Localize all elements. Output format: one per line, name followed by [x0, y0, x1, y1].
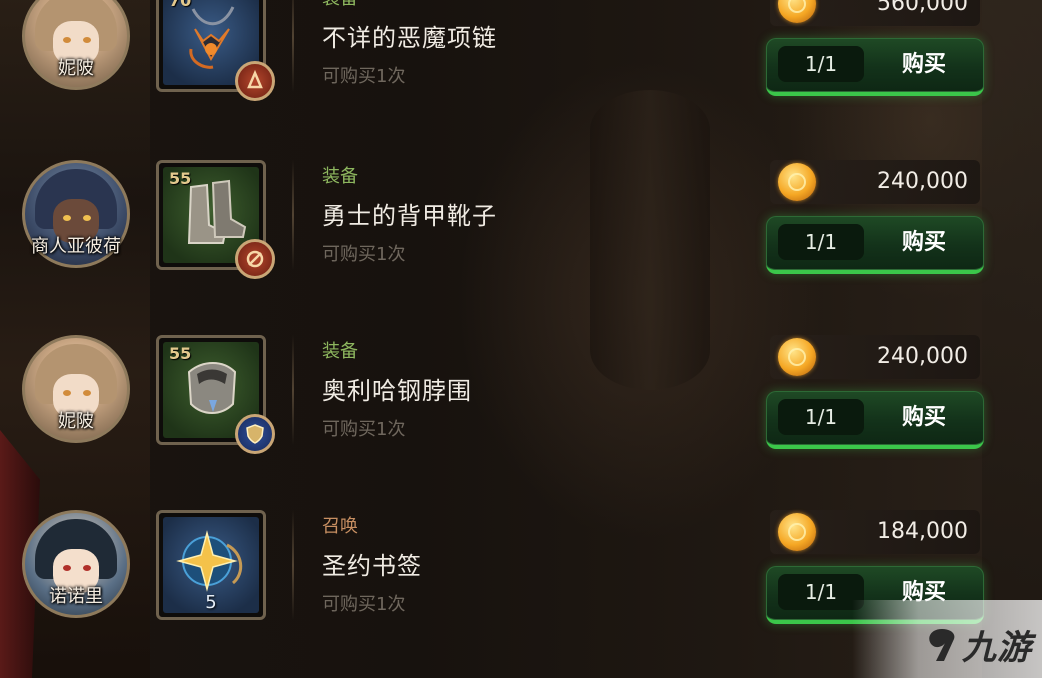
price-box: 184,000: [770, 510, 980, 554]
divider: [292, 510, 294, 620]
price-box: 240,000: [770, 160, 980, 204]
buy-label: 购买: [901, 230, 946, 255]
shop-row: 商人亚彼荷 55 装备 勇士的背甲靴子 可购买1次 240,000 1/1 购买: [0, 160, 1042, 334]
purchase-limit: 可购买1次: [322, 66, 406, 87]
item-level: 55: [169, 169, 192, 188]
price: 240,000: [877, 344, 968, 369]
blue-shield-icon: [235, 414, 275, 454]
price-box: 560,000: [770, 0, 980, 26]
watermark: 九游: [852, 600, 1042, 678]
npc-name: 妮陂: [58, 58, 94, 79]
purchase-limit: 可购买1次: [322, 594, 406, 615]
divider: [292, 160, 294, 270]
npc-name: 妮陂: [58, 411, 94, 432]
buy-button[interactable]: 1/1 购买: [766, 216, 984, 274]
item-slot[interactable]: 55: [156, 335, 275, 454]
gold-coin-icon: [778, 0, 816, 23]
npc-name: 诺诺里: [49, 586, 103, 607]
item-name: 不详的恶魔项链: [322, 24, 497, 52]
item-name: 勇士的背甲靴子: [322, 202, 497, 230]
buy-button[interactable]: 1/1 购买: [766, 391, 984, 449]
shop-screen: 妮陂 70 装备 不详的恶魔项链 可购买1次 560,000 1: [0, 0, 1042, 678]
item-name: 圣约书签: [322, 552, 422, 580]
shop-row: 妮陂 70 装备 不详的恶魔项链 可购买1次 560,000 1: [0, 0, 1042, 156]
item-level: 55: [169, 344, 192, 363]
item-level: 70: [169, 0, 192, 10]
price: 240,000: [877, 169, 968, 194]
price-box: 240,000: [770, 335, 980, 379]
purchase-limit: 可购买1次: [322, 244, 406, 265]
item-slot[interactable]: 70: [156, 0, 275, 101]
buy-button[interactable]: 1/1 购买: [766, 38, 984, 96]
gold-coin-icon: [778, 338, 816, 376]
gold-coin-icon: [778, 163, 816, 201]
item-category: 召唤: [322, 516, 358, 537]
item-name: 奥利哈钢脖围: [322, 377, 472, 405]
price: 184,000: [877, 519, 968, 544]
buy-label: 购买: [901, 52, 946, 77]
item-category: 装备: [322, 0, 358, 10]
divider: [292, 335, 294, 445]
red-emblem-icon: [235, 61, 275, 101]
item-slot[interactable]: 55: [156, 160, 275, 279]
shop-row: 妮陂 55 装备 奥利哈钢脖围 可购买1次 240,000 1/1 购买: [0, 335, 1042, 509]
price: 560,000: [877, 0, 968, 16]
item-category: 装备: [322, 166, 358, 187]
buy-label: 购买: [901, 405, 946, 430]
item-slot[interactable]: 5: [156, 510, 266, 620]
gold-coin-icon: [778, 513, 816, 551]
stock-count: 1/1: [778, 399, 864, 435]
9-logo-icon: [929, 628, 955, 661]
red-emblem-icon: [235, 239, 275, 279]
watermark-text: 九游: [962, 628, 1032, 668]
npc-name: 商人亚彼荷: [31, 236, 121, 257]
divider: [292, 0, 294, 92]
stock-count: 1/1: [778, 224, 864, 260]
stock-count: 1/1: [778, 46, 864, 82]
item-quantity: 5: [205, 592, 217, 613]
item-category: 装备: [322, 341, 358, 362]
purchase-limit: 可购买1次: [322, 419, 406, 440]
